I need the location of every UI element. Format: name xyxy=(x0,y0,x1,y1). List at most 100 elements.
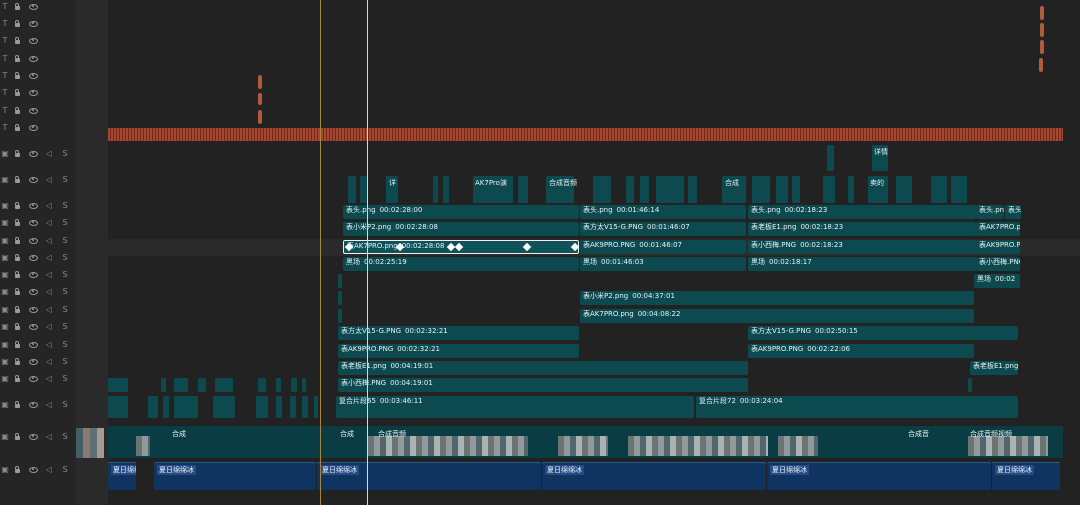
clip-segment[interactable] xyxy=(213,396,235,418)
track-type-icon[interactable]: ▣ xyxy=(0,266,10,283)
clip[interactable]: 表AK9PRO.PNG00:02:32:21 xyxy=(338,344,579,358)
clip[interactable]: 表方太V15-G.PNG 00:02:32:21 xyxy=(338,326,579,340)
solo-icon[interactable]: S xyxy=(60,353,70,370)
keyframe-marker[interactable] xyxy=(258,110,262,124)
clip-segment[interactable] xyxy=(148,396,158,418)
clip-segment[interactable] xyxy=(338,274,342,288)
track-type-icon[interactable]: ▣ xyxy=(0,249,10,266)
subtitle-marker-strip[interactable] xyxy=(108,128,1063,141)
visibility-icon[interactable] xyxy=(28,318,38,335)
lock-icon[interactable] xyxy=(12,84,22,101)
audio-clip[interactable]: 夏日绵绵冰 xyxy=(542,462,766,490)
visibility-icon[interactable] xyxy=(28,84,38,101)
visibility-icon[interactable] xyxy=(28,119,38,136)
clip-segment[interactable] xyxy=(443,176,449,203)
track-type-icon[interactable]: ▣ xyxy=(0,171,10,188)
lock-icon[interactable] xyxy=(12,214,22,231)
track-type-icon[interactable]: T xyxy=(0,0,10,15)
mute-icon[interactable]: ◁ xyxy=(44,145,54,162)
track-type-icon[interactable]: ▣ xyxy=(0,301,10,318)
clip-segment[interactable] xyxy=(174,378,188,392)
visibility-icon[interactable] xyxy=(28,214,38,231)
visibility-icon[interactable] xyxy=(28,283,38,300)
lock-icon[interactable] xyxy=(12,15,22,32)
track-type-icon[interactable]: T xyxy=(0,15,10,32)
track-type-icon[interactable]: ▣ xyxy=(0,232,10,249)
visibility-icon[interactable] xyxy=(28,266,38,283)
mute-icon[interactable]: ◁ xyxy=(44,396,54,413)
audio-clip[interactable]: 夏日绵绵冰 xyxy=(992,462,1060,490)
track-type-icon[interactable]: ▣ xyxy=(0,197,10,214)
clip-segment[interactable] xyxy=(258,378,266,392)
mute-icon[interactable]: ◁ xyxy=(44,171,54,188)
clip[interactable]: 表小米P2.png 00:04:37:01 xyxy=(580,291,974,305)
visibility-icon[interactable] xyxy=(28,461,38,478)
track-type-icon[interactable]: T xyxy=(0,50,10,67)
clip[interactable]: 表老板E1.png 00:04:19:01 xyxy=(338,361,748,375)
clip-segment[interactable] xyxy=(163,396,169,418)
visibility-icon[interactable] xyxy=(28,249,38,266)
clip-segment[interactable] xyxy=(670,176,684,203)
lock-icon[interactable] xyxy=(12,249,22,266)
track-type-icon[interactable]: T xyxy=(0,84,10,101)
clip-segment[interactable] xyxy=(640,176,649,203)
compound-clip[interactable]: 复合片段65 00:03:46:11 xyxy=(336,396,694,418)
track-type-icon[interactable]: ▣ xyxy=(0,336,10,353)
solo-icon[interactable]: S xyxy=(60,232,70,249)
audio-clip[interactable]: 夏日绵绵冰 xyxy=(317,462,541,490)
visibility-icon[interactable] xyxy=(28,301,38,318)
clip-segment[interactable] xyxy=(256,396,268,418)
clip[interactable]: 表头.png 00:02:28:00 xyxy=(343,205,579,219)
visibility-icon[interactable] xyxy=(28,353,38,370)
solo-icon[interactable]: S xyxy=(60,396,70,413)
mute-icon[interactable]: ◁ xyxy=(44,370,54,387)
clip-segment[interactable] xyxy=(792,176,800,203)
clip-segment[interactable] xyxy=(896,176,912,203)
keyframe-marker[interactable] xyxy=(1039,58,1043,72)
mute-icon[interactable]: ◁ xyxy=(44,266,54,283)
solo-icon[interactable]: S xyxy=(60,266,70,283)
clip-segment[interactable] xyxy=(290,396,296,418)
clip-segment[interactable] xyxy=(108,396,128,418)
clip[interactable]: 表方太V15-G.PNG 00:01:46:07 xyxy=(580,222,746,236)
lock-icon[interactable] xyxy=(12,301,22,318)
visibility-icon[interactable] xyxy=(28,396,38,413)
clip[interactable]: 黑场 00:02:25:19 xyxy=(343,257,579,271)
visibility-icon[interactable] xyxy=(28,171,38,188)
mute-icon[interactable]: ◁ xyxy=(44,318,54,335)
keyframe-marker[interactable] xyxy=(258,75,262,89)
track-type-icon[interactable]: ▣ xyxy=(0,370,10,387)
clip-segment[interactable] xyxy=(823,176,835,203)
clip[interactable]: 表AK7PRO.png 00:04:08:22 xyxy=(580,309,974,323)
visibility-icon[interactable] xyxy=(28,67,38,84)
mute-icon[interactable]: ◁ xyxy=(44,214,54,231)
clip-segment[interactable] xyxy=(752,176,770,203)
visibility-icon[interactable] xyxy=(28,197,38,214)
clip[interactable]: 黑场 00:02:18:17 xyxy=(748,257,976,271)
lock-icon[interactable] xyxy=(12,0,22,15)
clip[interactable]: 表AK9PRO.P xyxy=(976,240,1020,254)
track-type-icon[interactable]: ▣ xyxy=(0,145,10,162)
in-point-line[interactable] xyxy=(320,0,321,505)
mute-icon[interactable]: ◁ xyxy=(44,301,54,318)
clip-segment[interactable] xyxy=(593,176,611,203)
clip[interactable]: 表头.png xyxy=(976,205,1004,219)
clip-segment[interactable] xyxy=(951,176,967,203)
clip[interactable]: 表AK7PRO.png xyxy=(976,222,1020,236)
mute-icon[interactable]: ◁ xyxy=(44,197,54,214)
visibility-icon[interactable] xyxy=(28,0,38,15)
clip-segment[interactable] xyxy=(314,396,318,418)
solo-icon[interactable]: S xyxy=(60,283,70,300)
clip[interactable]: 黑场 00:02 xyxy=(974,274,1020,288)
clip[interactable]: 黑场 00:01:46:03 xyxy=(580,257,746,271)
clip-segment[interactable] xyxy=(302,396,308,418)
clip-segment[interactable] xyxy=(348,176,356,203)
lock-icon[interactable] xyxy=(12,145,22,162)
clip-segment[interactable] xyxy=(302,378,306,392)
clip-segment[interactable] xyxy=(848,176,854,203)
mute-icon[interactable]: ◁ xyxy=(44,283,54,300)
solo-icon[interactable]: S xyxy=(60,318,70,335)
lock-icon[interactable] xyxy=(12,370,22,387)
lock-icon[interactable] xyxy=(12,396,22,413)
solo-icon[interactable]: S xyxy=(60,249,70,266)
